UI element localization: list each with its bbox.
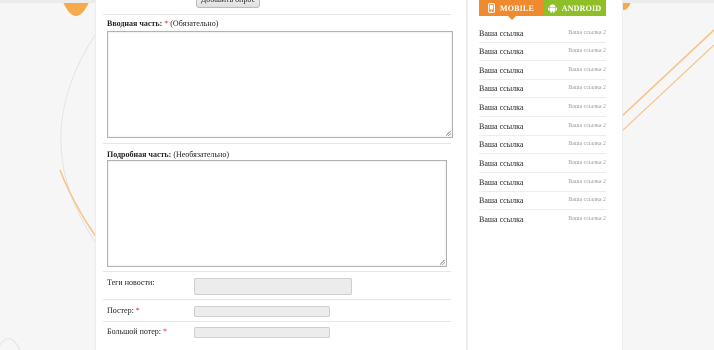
link-title[interactable]: Ваша ссылка	[479, 29, 523, 38]
poster-input[interactable]	[194, 306, 330, 317]
detail-label-text: Подробная часть:	[107, 150, 172, 159]
link-subtitle[interactable]: Ваша ссылка 2	[568, 30, 606, 36]
add-question-button[interactable]: Добавить опрос	[196, 0, 260, 8]
detail-label: Подробная часть: (Необязательно)	[107, 150, 229, 159]
tab-android[interactable]: ANDROID	[543, 0, 606, 16]
intro-label: Вводная часть: * (Обязательно)	[107, 19, 218, 28]
link-title[interactable]: Ваша ссылка	[479, 66, 523, 75]
list-item[interactable]: Ваша ссылка Ваша ссылка 2	[479, 98, 606, 117]
link-subtitle[interactable]: Ваша ссылка 2	[568, 123, 606, 129]
tags-label: Теги новости:	[107, 278, 155, 287]
active-tab-pointer	[508, 16, 516, 20]
link-subtitle[interactable]: Ваша ссылка 2	[568, 85, 606, 91]
link-subtitle[interactable]: Ваша ссылка 2	[568, 216, 606, 222]
intro-textarea[interactable]	[107, 31, 453, 138]
list-item[interactable]: Ваша ссылка Ваша ссылка 2	[479, 191, 606, 210]
tags-input[interactable]	[194, 278, 352, 295]
required-mark: *	[164, 19, 169, 28]
link-title[interactable]: Ваша ссылка	[479, 47, 523, 56]
resize-grip-icon[interactable]	[446, 131, 451, 136]
big-poster-input[interactable]	[194, 327, 330, 338]
detail-textarea[interactable]	[107, 160, 447, 267]
link-title[interactable]: Ваша ссылка	[479, 122, 523, 131]
list-item[interactable]: Ваша ссылка Ваша ссылка 2	[479, 154, 606, 173]
link-subtitle[interactable]: Ваша ссылка 2	[568, 104, 606, 110]
mobile-phone-icon	[488, 3, 495, 13]
link-title[interactable]: Ваша ссылка	[479, 103, 523, 112]
link-title[interactable]: Ваша ссылка	[479, 84, 523, 93]
divider	[103, 143, 451, 144]
link-subtitle[interactable]: Ваша ссылка 2	[568, 197, 606, 203]
detail-note: (Необязательно)	[173, 150, 229, 159]
list-item[interactable]: Ваша ссылка Ваша ссылка 2	[479, 61, 606, 80]
list-item[interactable]: Ваша ссылка Ваша ссылка 2	[479, 79, 606, 98]
link-title[interactable]: Ваша ссылка	[479, 140, 523, 149]
divider	[103, 321, 451, 322]
link-title[interactable]: Ваша ссылка	[479, 159, 523, 168]
android-icon	[547, 4, 557, 13]
tab-mobile-label: MOBILE	[499, 3, 535, 13]
list-item[interactable]: Ваша ссылка Ваша ссылка 2	[479, 117, 606, 136]
poster-label: Постер: *	[107, 306, 140, 315]
divider	[103, 14, 451, 15]
tab-android-label: ANDROID	[561, 3, 602, 13]
intro-note: (Обязательно)	[170, 19, 219, 28]
list-item[interactable]: Ваша ссылка Ваша ссылка 2	[479, 24, 606, 43]
divider	[103, 271, 451, 272]
poster-label-text: Постер:	[107, 306, 134, 315]
resize-grip-icon[interactable]	[440, 260, 445, 265]
link-title[interactable]: Ваша ссылка	[479, 196, 523, 205]
tab-mobile[interactable]: MOBILE	[479, 0, 543, 16]
link-title[interactable]: Ваша ссылка	[479, 215, 523, 224]
list-item[interactable]: Ваша ссылка Ваша ссылка 2	[479, 210, 606, 228]
big-poster-label: Большой потер: *	[107, 327, 167, 336]
link-subtitle[interactable]: Ваша ссылка 2	[568, 67, 606, 73]
link-subtitle[interactable]: Ваша ссылка 2	[568, 160, 606, 166]
big-poster-label-text: Большой потер:	[107, 327, 162, 336]
link-title[interactable]: Ваша ссылка	[479, 178, 523, 187]
required-mark: *	[135, 306, 140, 315]
link-subtitle[interactable]: Ваша ссылка 2	[568, 179, 606, 185]
list-item[interactable]: Ваша ссылка Ваша ссылка 2	[479, 42, 606, 61]
required-mark: *	[163, 327, 168, 336]
link-subtitle[interactable]: Ваша ссылка 2	[568, 48, 606, 54]
intro-label-text: Вводная часть:	[107, 19, 163, 28]
list-item[interactable]: Ваша ссылка Ваша ссылка 2	[479, 135, 606, 154]
list-item[interactable]: Ваша ссылка Ваша ссылка 2	[479, 173, 606, 192]
divider	[103, 299, 451, 300]
link-subtitle[interactable]: Ваша ссылка 2	[568, 141, 606, 147]
